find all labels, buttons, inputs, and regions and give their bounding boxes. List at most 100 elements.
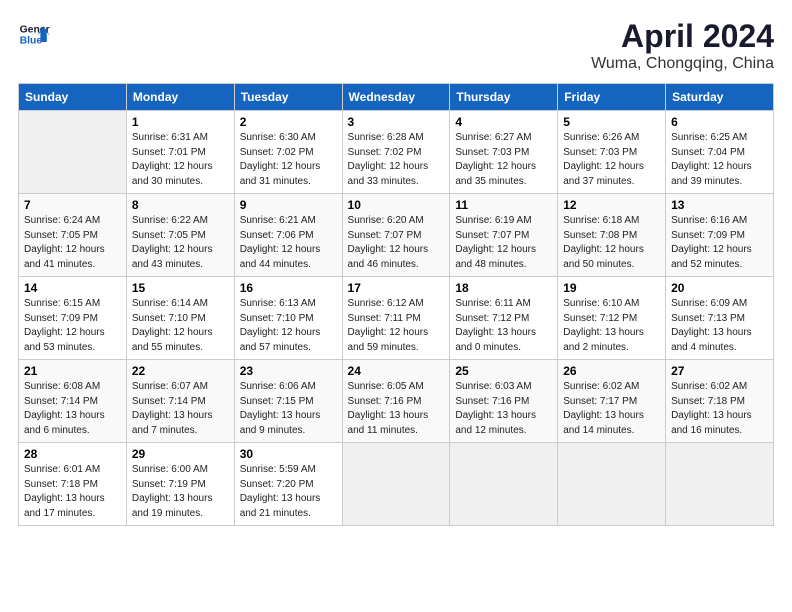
calendar-cell xyxy=(19,111,127,194)
day-info: Sunrise: 6:24 AM Sunset: 7:05 PM Dayligh… xyxy=(24,214,121,272)
calendar-cell: 26 Sunrise: 6:02 AM Sunset: 7:17 PM Dayli… xyxy=(558,360,666,443)
day-info: Sunrise: 6:02 AM Sunset: 7:17 PM Dayligh… xyxy=(563,380,660,438)
day-number: 20 xyxy=(671,281,768,295)
day-number: 26 xyxy=(563,364,660,378)
calendar-cell: 15Sunrise: 6:14 AM Sunset: 7:10 PM Dayli… xyxy=(126,277,234,360)
day-number: 10 xyxy=(348,198,445,212)
calendar-cell: 11 Sunrise: 6:19 AM Sunset: 7:07 PM Dayli… xyxy=(450,194,558,277)
day-number: 6 xyxy=(671,115,768,129)
day-info: Sunrise: 6:20 AM Sunset: 7:07 PM Dayligh… xyxy=(348,214,445,272)
calendar-cell: 10 Sunrise: 6:20 AM Sunset: 7:07 PM Dayli… xyxy=(342,194,450,277)
calendar-cell: 29Sunrise: 6:00 AM Sunset: 7:19 PM Dayli… xyxy=(126,443,234,526)
header-tuesday: Tuesday xyxy=(234,84,342,111)
calendar-cell: 22 Sunrise: 6:07 AM Sunset: 7:14 PM Dayli… xyxy=(126,360,234,443)
calendar-cell: 12 Sunrise: 6:18 AM Sunset: 7:08 PM Dayli… xyxy=(558,194,666,277)
day-info: Sunrise: 6:27 AM Sunset: 7:03 PM Dayligh… xyxy=(455,131,552,189)
day-info: Sunrise: 6:16 AM Sunset: 7:09 PM Dayligh… xyxy=(671,214,768,272)
page-header: General Blue April 2024 Wuma, Chongqing,… xyxy=(18,18,774,73)
day-info: Sunrise: 5:59 AM Sunset: 7:20 PM Dayligh… xyxy=(240,463,337,521)
calendar-week-row: 28Sunrise: 6:01 AM Sunset: 7:18 PM Dayli… xyxy=(19,443,774,526)
calendar-week-row: 21 Sunrise: 6:08 AM Sunset: 7:14 PM Dayli… xyxy=(19,360,774,443)
calendar-cell xyxy=(558,443,666,526)
day-info: Sunrise: 6:06 AM Sunset: 7:15 PM Dayligh… xyxy=(240,380,337,438)
header-thursday: Thursday xyxy=(450,84,558,111)
day-number: 28 xyxy=(24,447,121,461)
calendar-cell: 16 Sunrise: 6:13 AM Sunset: 7:10 PM Dayli… xyxy=(234,277,342,360)
day-info: Sunrise: 6:05 AM Sunset: 7:16 PM Dayligh… xyxy=(348,380,445,438)
day-number: 9 xyxy=(240,198,337,212)
calendar-cell: 8 Sunrise: 6:22 AM Sunset: 7:05 PM Daylig… xyxy=(126,194,234,277)
day-number: 23 xyxy=(240,364,337,378)
day-info: Sunrise: 6:18 AM Sunset: 7:08 PM Dayligh… xyxy=(563,214,660,272)
day-number: 1 xyxy=(132,115,229,129)
calendar-subtitle: Wuma, Chongqing, China xyxy=(591,55,774,73)
day-number: 7 xyxy=(24,198,121,212)
calendar-week-row: 14Sunrise: 6:15 AM Sunset: 7:09 PM Dayli… xyxy=(19,277,774,360)
day-number: 5 xyxy=(563,115,660,129)
day-number: 11 xyxy=(455,198,552,212)
calendar-cell xyxy=(666,443,774,526)
calendar-cell: 25 Sunrise: 6:03 AM Sunset: 7:16 PM Dayli… xyxy=(450,360,558,443)
day-info: Sunrise: 6:26 AM Sunset: 7:03 PM Dayligh… xyxy=(563,131,660,189)
day-number: 19 xyxy=(563,281,660,295)
day-info: Sunrise: 6:07 AM Sunset: 7:14 PM Dayligh… xyxy=(132,380,229,438)
calendar-cell: 24Sunrise: 6:05 AM Sunset: 7:16 PM Dayli… xyxy=(342,360,450,443)
calendar-cell: 5 Sunrise: 6:26 AM Sunset: 7:03 PM Daylig… xyxy=(558,111,666,194)
day-info: Sunrise: 6:13 AM Sunset: 7:10 PM Dayligh… xyxy=(240,297,337,355)
day-number: 14 xyxy=(24,281,121,295)
header-monday: Monday xyxy=(126,84,234,111)
day-number: 15 xyxy=(132,281,229,295)
day-info: Sunrise: 6:03 AM Sunset: 7:16 PM Dayligh… xyxy=(455,380,552,438)
title-block: April 2024 Wuma, Chongqing, China xyxy=(591,18,774,73)
svg-text:Blue: Blue xyxy=(20,36,43,47)
header-wednesday: Wednesday xyxy=(342,84,450,111)
day-number: 4 xyxy=(455,115,552,129)
calendar-cell: 7 Sunrise: 6:24 AM Sunset: 7:05 PM Daylig… xyxy=(19,194,127,277)
calendar-week-row: 1 Sunrise: 6:31 AM Sunset: 7:01 PM Daylig… xyxy=(19,111,774,194)
calendar-cell: 18 Sunrise: 6:11 AM Sunset: 7:12 PM Dayli… xyxy=(450,277,558,360)
calendar-cell xyxy=(342,443,450,526)
calendar-cell: 9 Sunrise: 6:21 AM Sunset: 7:06 PM Daylig… xyxy=(234,194,342,277)
day-info: Sunrise: 6:31 AM Sunset: 7:01 PM Dayligh… xyxy=(132,131,229,189)
day-info: Sunrise: 6:10 AM Sunset: 7:12 PM Dayligh… xyxy=(563,297,660,355)
day-number: 25 xyxy=(455,364,552,378)
calendar-week-row: 7 Sunrise: 6:24 AM Sunset: 7:05 PM Daylig… xyxy=(19,194,774,277)
day-number: 27 xyxy=(671,364,768,378)
calendar-title: April 2024 xyxy=(591,18,774,55)
day-number: 17 xyxy=(348,281,445,295)
day-info: Sunrise: 6:11 AM Sunset: 7:12 PM Dayligh… xyxy=(455,297,552,355)
day-number: 21 xyxy=(24,364,121,378)
day-info: Sunrise: 6:22 AM Sunset: 7:05 PM Dayligh… xyxy=(132,214,229,272)
logo-icon: General Blue xyxy=(18,18,50,50)
calendar-header-row: Sunday Monday Tuesday Wednesday Thursday… xyxy=(19,84,774,111)
day-number: 13 xyxy=(671,198,768,212)
day-info: Sunrise: 6:02 AM Sunset: 7:18 PM Dayligh… xyxy=(671,380,768,438)
day-info: Sunrise: 6:19 AM Sunset: 7:07 PM Dayligh… xyxy=(455,214,552,272)
day-number: 16 xyxy=(240,281,337,295)
logo: General Blue xyxy=(18,18,50,50)
day-number: 2 xyxy=(240,115,337,129)
calendar-cell: 27 Sunrise: 6:02 AM Sunset: 7:18 PM Dayli… xyxy=(666,360,774,443)
header-saturday: Saturday xyxy=(666,84,774,111)
calendar-cell: 20Sunrise: 6:09 AM Sunset: 7:13 PM Dayli… xyxy=(666,277,774,360)
calendar-table: Sunday Monday Tuesday Wednesday Thursday… xyxy=(18,83,774,526)
header-friday: Friday xyxy=(558,84,666,111)
day-number: 30 xyxy=(240,447,337,461)
day-number: 22 xyxy=(132,364,229,378)
calendar-cell: 13 Sunrise: 6:16 AM Sunset: 7:09 PM Dayli… xyxy=(666,194,774,277)
calendar-cell: 14Sunrise: 6:15 AM Sunset: 7:09 PM Dayli… xyxy=(19,277,127,360)
day-number: 18 xyxy=(455,281,552,295)
calendar-cell: 1 Sunrise: 6:31 AM Sunset: 7:01 PM Daylig… xyxy=(126,111,234,194)
day-info: Sunrise: 6:30 AM Sunset: 7:02 PM Dayligh… xyxy=(240,131,337,189)
day-number: 29 xyxy=(132,447,229,461)
day-number: 8 xyxy=(132,198,229,212)
day-info: Sunrise: 6:08 AM Sunset: 7:14 PM Dayligh… xyxy=(24,380,121,438)
calendar-cell: 17Sunrise: 6:12 AM Sunset: 7:11 PM Dayli… xyxy=(342,277,450,360)
calendar-cell: 21 Sunrise: 6:08 AM Sunset: 7:14 PM Dayli… xyxy=(19,360,127,443)
calendar-cell: 3Sunrise: 6:28 AM Sunset: 7:02 PM Daylig… xyxy=(342,111,450,194)
day-number: 3 xyxy=(348,115,445,129)
day-number: 12 xyxy=(563,198,660,212)
calendar-cell: 19 Sunrise: 6:10 AM Sunset: 7:12 PM Dayli… xyxy=(558,277,666,360)
calendar-cell: 2 Sunrise: 6:30 AM Sunset: 7:02 PM Daylig… xyxy=(234,111,342,194)
day-info: Sunrise: 6:21 AM Sunset: 7:06 PM Dayligh… xyxy=(240,214,337,272)
